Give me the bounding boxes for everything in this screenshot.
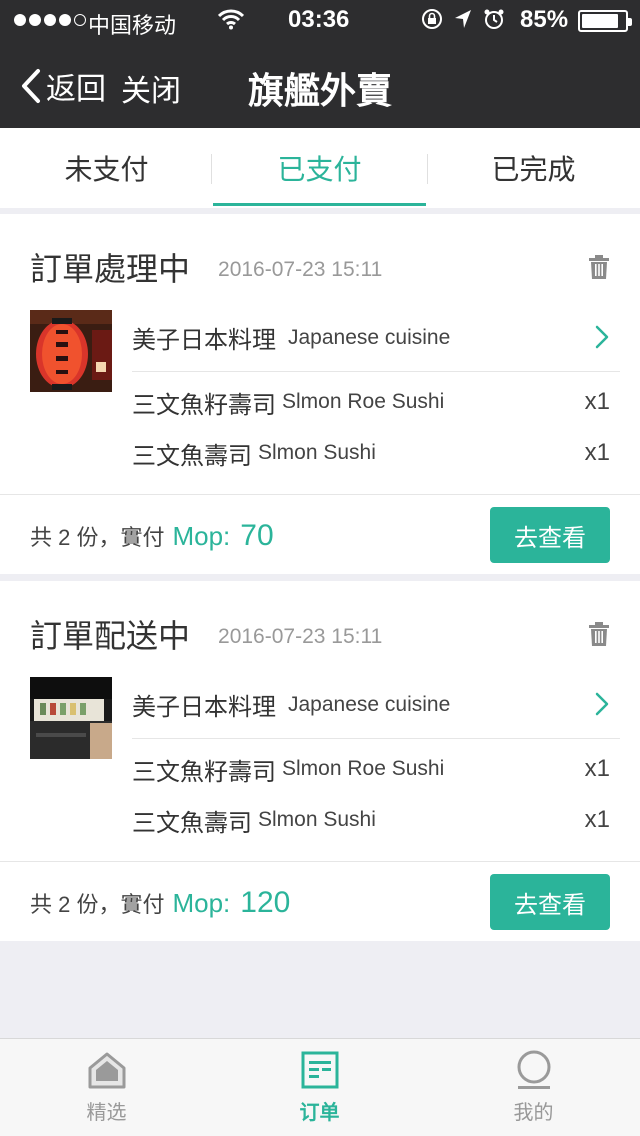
battery-percent: 85% [520,6,569,33]
clock: 03:36 [288,6,350,33]
order-status: 訂單配送中 [30,618,191,654]
order-item: 三文魚籽壽司 Slmon Roe Sushi x1 [132,755,610,786]
status-bar: 中国移动 03:36 85% [0,0,640,40]
order-footer: 共 2 份，實付 Mop: 120 去查看 [0,861,640,941]
order-card: 訂單配送中 2016-07-23 15:11 美子日本料理 Japanese c… [0,581,640,941]
view-order-button[interactable]: 去查看 [490,874,610,930]
item-quantity: x1 [584,755,610,782]
bottom-tab-bar: 精选 订单 我的 [0,1038,640,1136]
tabbar-item-orders[interactable]: 订单 [213,1039,426,1136]
battery-icon [578,10,632,32]
order-date: 2016-07-23 15:11 [218,625,383,648]
item-quantity: x1 [584,439,610,466]
alarm-icon [484,9,504,29]
order-amount: 70 [240,519,274,552]
order-list-icon [301,1051,338,1089]
tab-paid[interactable]: 已支付 [213,128,426,208]
carrier-name: 中国移动 [88,13,177,38]
order-date: 2016-07-23 15:11 [218,258,383,281]
tab-unpaid[interactable]: 未支付 [0,128,213,208]
tabbar-item-profile[interactable]: 我的 [427,1039,640,1136]
order-amount: 120 [240,886,291,919]
restaurant-name: 美子日本料理 [132,327,276,354]
restaurant-name: 美子日本料理 [132,694,276,721]
restaurant-link[interactable]: 美子日本料理 Japanese cuisine [132,304,620,372]
order-card: 訂單處理中 2016-07-23 15:11 美子日本料理 Japanese c… [0,214,640,574]
home-icon [88,1052,125,1089]
restaurant-name-en: Japanese cuisine [288,692,451,716]
restaurant-name-en: Japanese cuisine [288,325,451,349]
order-status: 訂單處理中 [30,251,191,287]
app-header: 中国移动 03:36 85% 返回 关闭 旗艦外賣 [0,0,640,128]
item-quantity: x1 [584,388,610,415]
restaurant-thumbnail [30,677,112,759]
tabbar-item-featured[interactable]: 精选 [0,1039,213,1136]
location-arrow-icon [455,10,471,28]
order-total: 共 2 份，實付 Mop: 120 [30,886,291,919]
order-total: 共 2 份，實付 Mop: 70 [30,519,274,552]
order-item: 三文魚壽司 Slmon Sushi x1 [132,439,610,470]
profile-icon [517,1050,550,1089]
tab-completed[interactable]: 已完成 [427,128,640,208]
order-status-tabs: 未支付 已支付 已完成 [0,128,640,208]
signal-strength-icon [14,14,86,26]
restaurant-thumbnail [30,310,112,392]
view-order-button[interactable]: 去查看 [490,507,610,563]
trash-icon[interactable] [588,621,610,647]
page-title: 旗艦外賣 [247,70,392,111]
restaurant-link[interactable]: 美子日本料理 Japanese cuisine [132,671,620,739]
order-footer: 共 2 份，實付 Mop: 70 去查看 [0,494,640,574]
tab-divider [211,154,212,184]
navigation-bar: 返回 关闭 旗艦外賣 [0,40,640,128]
item-quantity: x1 [584,806,610,833]
order-item: 三文魚壽司 Slmon Sushi x1 [132,806,610,837]
rotation-lock-icon [422,9,442,29]
chevron-right-icon [595,692,609,716]
order-item: 三文魚籽壽司 Slmon Roe Sushi x1 [132,388,610,419]
wifi-icon [218,9,244,30]
chevron-right-icon [595,325,609,349]
active-tab-indicator [213,203,426,206]
trash-icon[interactable] [588,254,610,280]
